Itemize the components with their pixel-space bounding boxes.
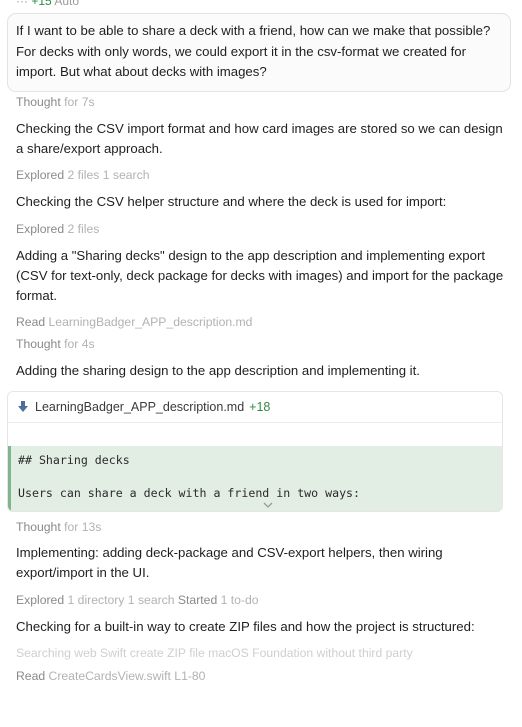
assistant-paragraph-6: Checking for a built-in way to create ZI… [16,619,475,634]
explored-row-3[interactable]: Explored 1 directory 1 search Started 1 … [16,592,506,608]
assistant-paragraph-5: Implementing: adding deck-package and CS… [16,545,443,580]
assistant-paragraph-2: Checking the CSV helper structure and wh… [16,194,447,209]
read-filename: CreateCardsView.swift L1-80 [48,669,206,683]
explored-row-1[interactable]: Explored 2 files 1 search [16,167,506,183]
thought-label: Thought [16,337,61,351]
diff-spacer [8,423,502,446]
download-arrow-icon [17,400,29,414]
file-diff-card[interactable]: LearningBadger_APP_description.md +18 ##… [7,391,503,512]
thought-row-2[interactable]: Thought for 4s [16,336,506,352]
searching-label: Searching web [16,646,97,660]
thought-duration: for 7s [64,95,95,109]
status-left: ··· [16,0,28,8]
assistant-paragraph-3: Adding a "Sharing decks" design to the a… [16,248,504,303]
assistant-paragraph-4: Adding the sharing design to the app des… [16,363,420,378]
started-detail: 1 to-do [220,593,259,607]
read-row-2[interactable]: Read CreateCardsView.swift L1-80 [16,668,506,684]
thought-row-1[interactable]: Thought for 7s [16,94,506,110]
explored-label: Explored [16,593,65,607]
explored-label: Explored [16,222,65,236]
diff-line-1: ## Sharing decks [18,453,130,467]
read-filename: LearningBadger_APP_description.md [48,315,253,329]
read-label: Read [16,315,46,329]
status-added-count: +15 [31,0,52,8]
explored-row-2[interactable]: Explored 2 files [16,221,506,237]
thought-row-3[interactable]: Thought for 13s [16,519,506,535]
diff-added-lines: ## Sharing decks Users can share a deck … [8,446,502,511]
diff-fade [11,497,502,511]
explored-detail: 2 files [67,222,100,236]
diff-added-count: +18 [249,400,271,414]
user-message[interactable]: If I want to be able to share a deck wit… [7,13,511,92]
status-mode: Auto [54,0,80,8]
thought-duration: for 13s [64,520,102,534]
read-row-1[interactable]: Read LearningBadger_APP_description.md [16,314,506,330]
thought-duration: for 4s [64,337,95,351]
explored-detail: 2 files 1 search [67,168,150,182]
searching-web-row[interactable]: Searching web Swift create ZIP file macO… [16,645,506,661]
explored-detail: 1 directory 1 search [67,593,175,607]
thought-label: Thought [16,95,61,109]
previous-message-status: ··· +15 Auto [16,0,79,8]
searching-query: Swift create ZIP file macOS Foundation w… [100,646,413,660]
thought-label: Thought [16,520,61,534]
chevron-down-icon[interactable] [263,501,273,509]
user-message-text: If I want to be able to share a deck wit… [16,23,491,79]
started-label: Started [177,593,218,607]
assistant-paragraph-1: Checking the CSV import format and how c… [16,121,503,156]
diff-filename: LearningBadger_APP_description.md [35,400,245,414]
diff-header[interactable]: LearningBadger_APP_description.md +18 [8,392,502,423]
read-label: Read [16,669,46,683]
explored-label: Explored [16,168,65,182]
